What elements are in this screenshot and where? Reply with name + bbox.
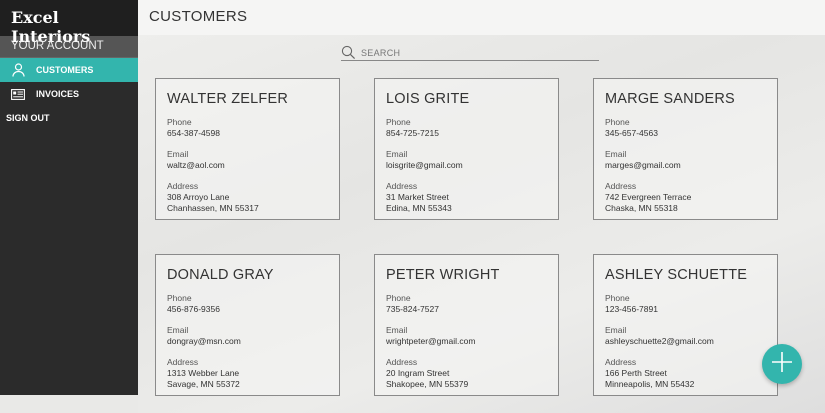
address-line1: 20 Ingram Street <box>386 368 450 378</box>
sidebar-item-invoices[interactable]: INVOICES <box>0 82 138 106</box>
phone-value: 123-456-7891 <box>605 304 658 314</box>
customer-card[interactable]: ASHLEY SCHUETTE Phone 123-456-7891 Email… <box>593 254 778 396</box>
user-icon <box>11 63 25 77</box>
email-label: Email <box>386 149 408 159</box>
email-value: marges@gmail.com <box>605 160 681 170</box>
invoice-icon <box>11 87 25 101</box>
sidebar: Excel Interiors YOUR ACCOUNT CUSTOMERS I… <box>0 0 138 395</box>
sign-out-link[interactable]: SIGN OUT <box>0 106 138 123</box>
phone-value: 456-876-9356 <box>167 304 220 314</box>
customer-name: MARGE SANDERS <box>605 91 735 107</box>
address-line1: 308 Arroyo Lane <box>167 192 230 202</box>
address-line2: Minneapolis, MN 55432 <box>605 379 695 389</box>
address-label: Address <box>386 181 418 191</box>
email-value: ashleyschuette2@gmail.com <box>605 336 714 346</box>
search-icon[interactable] <box>341 45 357 61</box>
email-value: loisgrite@gmail.com <box>386 160 463 170</box>
address-line2: Chanhassen, MN 55317 <box>167 203 259 213</box>
phone-label: Phone <box>605 293 630 303</box>
address-label: Address <box>605 357 637 367</box>
email-label: Email <box>386 325 408 335</box>
sidebar-item-label: CUSTOMERS <box>36 65 94 75</box>
address-label: Address <box>386 357 418 367</box>
customer-card[interactable]: LOIS GRITE Phone 854-725-7215 Email lois… <box>374 78 559 220</box>
phone-value: 735-824-7527 <box>386 304 439 314</box>
customer-card[interactable]: PETER WRIGHT Phone 735-824-7527 Email wr… <box>374 254 559 396</box>
add-customer-button[interactable] <box>762 344 802 384</box>
email-label: Email <box>167 325 189 335</box>
phone-label: Phone <box>605 117 630 127</box>
phone-label: Phone <box>167 293 192 303</box>
phone-value: 345-657-4563 <box>605 128 658 138</box>
customer-card[interactable]: WALTER ZELFER Phone 654-387-4598 Email w… <box>155 78 340 220</box>
plus-icon <box>771 351 793 378</box>
phone-value: 854-725-7215 <box>386 128 439 138</box>
address-line2: Savage, MN 55372 <box>167 379 240 389</box>
sidebar-item-label: INVOICES <box>36 89 80 99</box>
page-title: CUSTOMERS <box>149 8 248 25</box>
address-line1: 1313 Webber Lane <box>167 368 240 378</box>
customer-card[interactable]: DONALD GRAY Phone 456-876-9356 Email don… <box>155 254 340 396</box>
address-line1: 742 Evergreen Terrace <box>605 192 692 202</box>
search-input[interactable] <box>361 47 591 58</box>
address-label: Address <box>167 357 199 367</box>
customer-name: WALTER ZELFER <box>167 91 289 107</box>
address-line2: Chaska, MN 55318 <box>605 203 678 213</box>
phone-label: Phone <box>386 293 411 303</box>
email-label: Email <box>167 149 189 159</box>
email-label: Email <box>605 149 627 159</box>
brand-logo: Excel Interiors <box>0 0 138 46</box>
customer-card[interactable]: MARGE SANDERS Phone 345-657-4563 Email m… <box>593 78 778 220</box>
email-label: Email <box>605 325 627 335</box>
customer-name: DONALD GRAY <box>167 267 274 283</box>
address-label: Address <box>167 181 199 191</box>
phone-label: Phone <box>386 117 411 127</box>
phone-value: 654-387-4598 <box>167 128 220 138</box>
search-bar[interactable] <box>341 45 599 61</box>
address-line1: 166 Perth Street <box>605 368 667 378</box>
address-line2: Edina, MN 55343 <box>386 203 452 213</box>
customer-name: LOIS GRITE <box>386 91 470 107</box>
customer-name: PETER WRIGHT <box>386 267 500 283</box>
customer-name: ASHLEY SCHUETTE <box>605 267 748 283</box>
address-label: Address <box>605 181 637 191</box>
address-line1: 31 Market Street <box>386 192 449 202</box>
email-value: wrightpeter@gmail.com <box>386 336 476 346</box>
email-value: dongray@msn.com <box>167 336 241 346</box>
your-account-header: YOUR ACCOUNT <box>0 36 138 58</box>
sidebar-item-customers[interactable]: CUSTOMERS <box>0 58 138 82</box>
address-line2: Shakopee, MN 55379 <box>386 379 469 389</box>
email-value: waltz@aol.com <box>167 160 225 170</box>
phone-label: Phone <box>167 117 192 127</box>
main-content: CUSTOMERS WALTER ZELFER Phone 654-387-45… <box>138 0 825 413</box>
